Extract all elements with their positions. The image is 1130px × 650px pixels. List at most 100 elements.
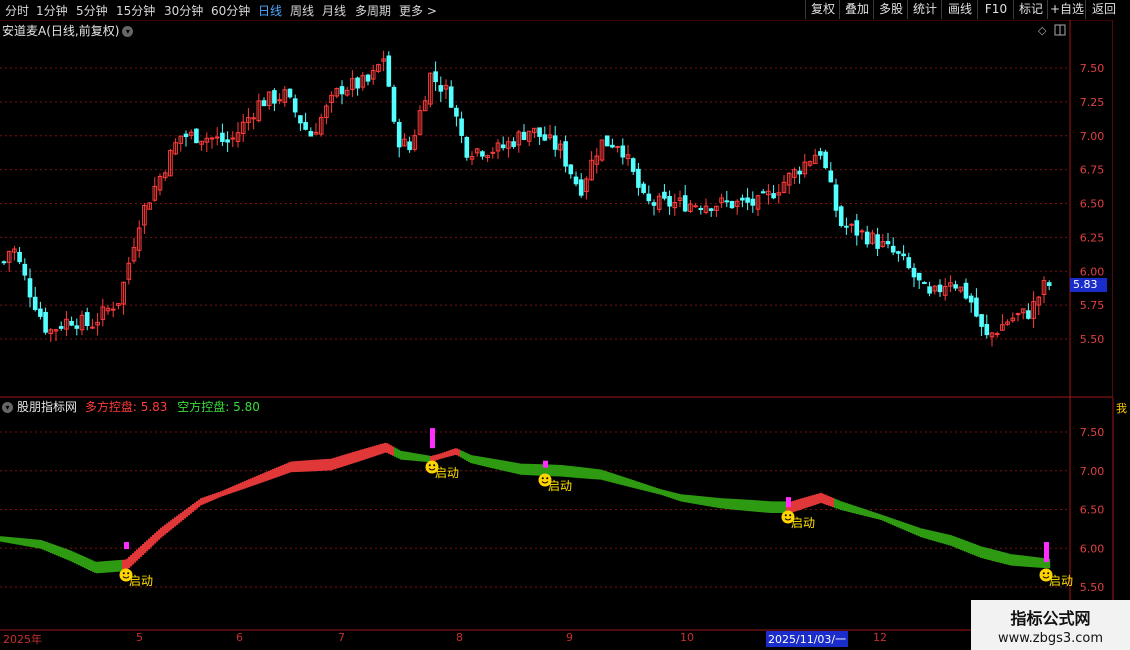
band-segment bbox=[778, 501, 781, 513]
band-segment bbox=[848, 503, 851, 513]
band-segment bbox=[970, 542, 973, 554]
band-segment bbox=[584, 467, 587, 479]
band-segment bbox=[466, 453, 469, 461]
band-segment bbox=[696, 495, 699, 505]
band-segment bbox=[402, 451, 405, 460]
kline-chart[interactable]: 启动启动启动启动启动 7.507.257.006.756.506.256.005… bbox=[0, 0, 1130, 650]
candle-body bbox=[355, 77, 360, 89]
band-segment bbox=[396, 448, 399, 458]
band-segment bbox=[808, 496, 811, 507]
chevron-down-icon[interactable]: ▾ bbox=[2, 402, 13, 413]
band-segment bbox=[904, 522, 907, 531]
band-segment bbox=[716, 497, 719, 508]
band-segment bbox=[766, 501, 769, 513]
band-segment bbox=[208, 495, 211, 502]
candle-body bbox=[911, 267, 917, 278]
stock-title: 安道麦A(日线,前复权) ▾ bbox=[2, 22, 134, 39]
band-segment bbox=[550, 464, 553, 477]
band-segment bbox=[940, 532, 943, 543]
band-segment bbox=[856, 506, 859, 515]
band-segment bbox=[706, 496, 709, 507]
band-segment bbox=[188, 506, 191, 516]
band-segment bbox=[38, 539, 41, 549]
band-segment bbox=[654, 487, 657, 494]
signal-marker bbox=[124, 542, 129, 550]
candle-body bbox=[69, 320, 74, 326]
band-segment bbox=[852, 505, 855, 514]
band-segment bbox=[930, 530, 933, 541]
band-segment bbox=[956, 537, 959, 549]
band-segment bbox=[180, 512, 183, 522]
smiley-eye bbox=[428, 464, 431, 467]
band-segment bbox=[246, 480, 249, 488]
band-segment bbox=[296, 461, 299, 472]
band-segment bbox=[758, 500, 761, 513]
band-segment bbox=[150, 536, 153, 548]
candle-body bbox=[729, 200, 735, 209]
band-segment bbox=[132, 553, 135, 565]
band-segment bbox=[202, 497, 205, 505]
band-segment bbox=[720, 498, 723, 509]
band-segment bbox=[796, 499, 799, 511]
candle-body bbox=[209, 137, 215, 140]
start-signal-label: 启动 bbox=[1049, 574, 1073, 588]
candle-body bbox=[261, 100, 267, 107]
candle-body bbox=[251, 117, 256, 120]
candle-body bbox=[464, 137, 470, 158]
band-segment bbox=[374, 445, 377, 457]
band-segment bbox=[108, 560, 111, 573]
band-segment bbox=[104, 561, 107, 573]
band-segment bbox=[450, 449, 453, 457]
candle-body bbox=[225, 139, 230, 143]
band-segment bbox=[156, 531, 159, 542]
band-segment bbox=[926, 529, 929, 539]
band-segment bbox=[612, 473, 615, 483]
short-control-label: 空方控盘: bbox=[177, 400, 230, 414]
right-info-strip[interactable] bbox=[1113, 20, 1130, 398]
band-segment bbox=[218, 491, 221, 498]
band-segment bbox=[164, 524, 167, 535]
signal-marker bbox=[786, 497, 791, 508]
candle-body bbox=[272, 90, 277, 104]
band-segment bbox=[82, 556, 85, 568]
band-segment bbox=[412, 452, 415, 461]
candle-body bbox=[771, 193, 776, 199]
band-segment bbox=[998, 550, 1001, 563]
band-segment bbox=[162, 526, 165, 537]
band-segment bbox=[492, 458, 495, 469]
band-segment bbox=[894, 519, 897, 527]
band-segment bbox=[548, 464, 551, 477]
band-segment bbox=[118, 560, 121, 572]
diamond-icon[interactable]: ◇ bbox=[1038, 24, 1047, 37]
band-segment bbox=[210, 494, 213, 502]
band-segment bbox=[78, 554, 81, 566]
band-segment bbox=[1006, 553, 1009, 565]
band-segment bbox=[896, 520, 899, 527]
price-tick-label: 6.50 bbox=[1080, 198, 1105, 211]
band-segment bbox=[498, 459, 501, 470]
price-axis: 7.50 7.25 7.00 6.75 6.50 6.25 6.00 5.75 5.50 bbox=[1080, 62, 1105, 346]
band-segment bbox=[490, 458, 493, 468]
band-segment bbox=[872, 511, 875, 518]
candle-body bbox=[74, 325, 80, 329]
band-segment bbox=[496, 459, 499, 470]
candle-body bbox=[38, 308, 43, 317]
band-segment bbox=[52, 544, 55, 554]
right-info-strip-lower[interactable]: 我 bbox=[1113, 398, 1130, 630]
band-segment bbox=[996, 550, 999, 563]
indicator-header: ▾ 股朋指标网 多方控盘: 5.83 空方控盘: 5.80 bbox=[2, 398, 260, 415]
band-segment bbox=[264, 472, 267, 482]
chevron-down-icon[interactable]: ▾ bbox=[122, 26, 134, 37]
band-segment bbox=[724, 498, 727, 509]
band-segment bbox=[954, 536, 957, 548]
candle-body bbox=[298, 115, 303, 124]
band-segment bbox=[624, 477, 627, 486]
band-segment bbox=[56, 545, 59, 556]
band-segment bbox=[484, 457, 487, 467]
band-segment bbox=[472, 455, 475, 464]
band-segment bbox=[534, 464, 537, 476]
band-segment bbox=[616, 474, 619, 484]
band-segment bbox=[682, 494, 685, 502]
band-segment bbox=[90, 559, 93, 571]
band-segment bbox=[510, 461, 513, 473]
